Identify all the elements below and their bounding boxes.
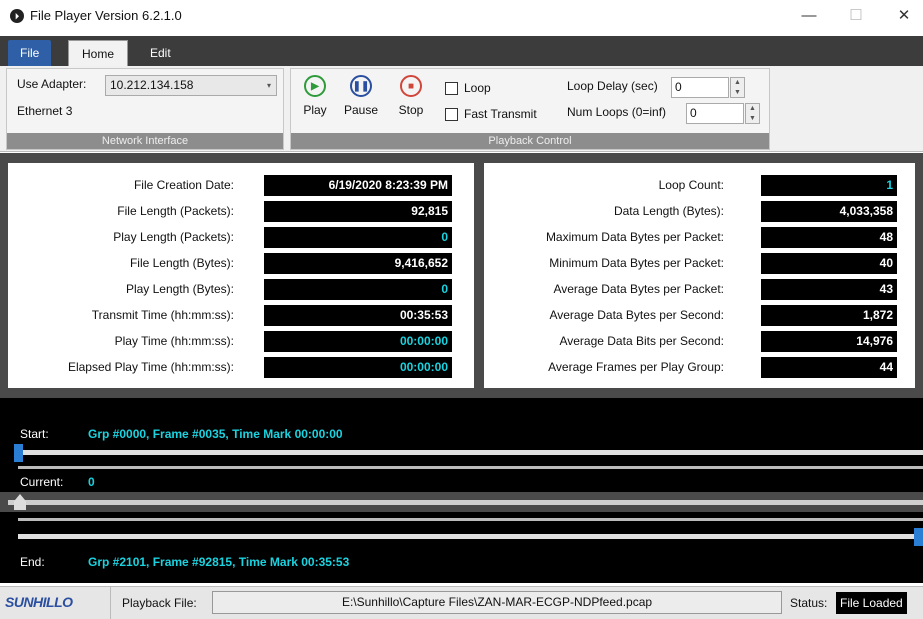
stat-label: Minimum Data Bytes per Packet:: [549, 256, 724, 270]
start-slider-track[interactable]: [18, 450, 923, 455]
stat-label: Average Data Bits per Second:: [559, 334, 724, 348]
end-label: End:: [20, 555, 45, 569]
fast-transmit-label: Fast Transmit: [464, 107, 537, 121]
stat-label: Play Length (Bytes):: [125, 282, 234, 296]
current-slider-track: [8, 500, 923, 505]
adapter-select[interactable]: 10.212.134.158 ▾: [105, 75, 277, 96]
stat-value: 14,976: [761, 331, 897, 352]
num-loops-label: Num Loops (0=inf): [567, 105, 667, 119]
tab-edit[interactable]: Edit: [138, 40, 183, 66]
play-label: Play: [303, 103, 327, 117]
title-bar: ⏵ File Player Version 6.2.1.0 — ☐ ✕: [0, 0, 923, 32]
stat-value: 40: [761, 253, 897, 274]
fast-transmit-checkbox[interactable]: Fast Transmit: [445, 107, 537, 122]
stat-value: 0: [264, 279, 452, 300]
playback-control-group: ▶ Play ❚❚ Pause ■ Stop Loop Fast Transmi…: [290, 68, 770, 150]
num-loops-spinner[interactable]: ▲ ▼: [745, 103, 760, 124]
sunhillo-logo: SUNHILLO: [5, 594, 73, 610]
stat-label: Average Data Bytes per Packet:: [553, 282, 724, 296]
ribbon-tabs: File Home Edit: [0, 36, 923, 66]
stat-value: 0: [264, 227, 452, 248]
loop-delay-label: Loop Delay (sec): [567, 79, 658, 93]
pause-icon: ❚❚: [350, 75, 372, 97]
end-slider-baseline: [18, 518, 923, 521]
chevron-down-icon: ▾: [266, 81, 271, 90]
stat-value: 6/19/2020 8:23:39 PM: [264, 175, 452, 196]
end-slider-track[interactable]: [18, 534, 923, 539]
stat-label: Play Length (Packets):: [113, 230, 234, 244]
stat-label: Loop Count:: [658, 178, 724, 192]
stat-label: File Creation Date:: [133, 178, 234, 192]
adapter-label: Use Adapter:: [17, 77, 87, 91]
playback-file-label: Playback File:: [122, 596, 197, 610]
stat-value: 4,033,358: [761, 201, 897, 222]
start-slider-baseline: [18, 466, 923, 469]
start-slider-handle[interactable]: [14, 444, 23, 462]
adapter-name: Ethernet 3: [17, 104, 73, 118]
stat-value: 1: [761, 175, 897, 196]
stat-value: 48: [761, 227, 897, 248]
loop-checkbox[interactable]: Loop: [445, 81, 491, 96]
play-icon: ▶: [304, 75, 326, 97]
ribbon: Use Adapter: 10.212.134.158 ▾ Ethernet 3…: [0, 66, 923, 152]
close-button[interactable]: ✕: [891, 4, 917, 28]
pause-button[interactable]: ❚❚ Pause: [341, 75, 381, 117]
group-label: Network Interface: [7, 133, 283, 149]
stat-value: 9,416,652: [264, 253, 452, 274]
app-icon: ⏵: [10, 9, 24, 23]
start-value: Grp #0000, Frame #0035, Time Mark 00:00:…: [88, 427, 343, 441]
stat-value: 00:00:00: [264, 357, 452, 378]
end-slider-handle[interactable]: [914, 528, 923, 546]
end-value: Grp #2101, Frame #92815, Time Mark 00:35…: [88, 555, 350, 569]
network-interface-group: Use Adapter: 10.212.134.158 ▾ Ethernet 3…: [6, 68, 284, 150]
loop-delay-input[interactable]: 0: [671, 77, 729, 98]
pause-label: Pause: [343, 103, 379, 117]
status-value: File Loaded: [836, 592, 907, 614]
data-stats-panel: Loop Count: 1 Data Length (Bytes): 4,033,35…: [484, 163, 915, 388]
stat-value: 00:00:00: [264, 331, 452, 352]
current-value: 0: [88, 475, 95, 489]
stop-icon: ■: [400, 75, 422, 97]
current-label: Current:: [20, 475, 64, 489]
file-stats-panel: File Creation Date: 6/19/2020 8:23:39 PM F…: [8, 163, 474, 388]
adapter-value: 10.212.134.158: [110, 78, 194, 92]
info-area: File Creation Date: 6/19/2020 8:23:39 PM F…: [0, 153, 923, 398]
stop-button[interactable]: ■ Stop: [391, 75, 431, 117]
stat-value: 43: [761, 279, 897, 300]
status-label: Status:: [790, 596, 828, 610]
stat-value: 44: [761, 357, 897, 378]
stat-label: File Length (Packets):: [117, 204, 234, 218]
stat-label: Data Length (Bytes):: [613, 204, 724, 218]
loop-label: Loop: [464, 81, 491, 95]
playback-file-path: E:\Sunhillo\Capture Files\ZAN-MAR-ECGP-N…: [212, 591, 782, 614]
minimize-button[interactable]: —: [796, 4, 822, 28]
start-label: Start:: [20, 427, 49, 441]
num-loops-input[interactable]: 0: [686, 103, 744, 124]
window-title: File Player Version 6.2.1.0: [30, 8, 182, 23]
stat-value: 1,872: [761, 305, 897, 326]
group-label: Playback Control: [291, 133, 769, 149]
checkbox-icon: [445, 82, 458, 96]
stat-label: Maximum Data Bytes per Packet:: [545, 230, 724, 244]
stop-label: Stop: [398, 103, 424, 117]
stat-label: Play Time (hh:mm:ss):: [114, 334, 234, 348]
tab-home[interactable]: Home: [68, 40, 128, 66]
tab-file[interactable]: File: [8, 40, 52, 66]
loop-delay-spinner[interactable]: ▲ ▼: [730, 77, 745, 98]
stat-value: 00:35:53: [264, 305, 452, 326]
stat-label: Average Data Bytes per Second:: [549, 308, 724, 322]
current-slider[interactable]: [0, 492, 923, 512]
maximize-button[interactable]: ☐: [843, 4, 869, 28]
current-slider-handle[interactable]: [14, 494, 26, 510]
play-button[interactable]: ▶ Play: [295, 75, 335, 117]
checkbox-icon: [445, 108, 458, 122]
stat-label: Transmit Time (hh:mm:ss):: [91, 308, 234, 322]
stat-label: Average Frames per Play Group:: [548, 360, 724, 374]
stat-value: 92,815: [264, 201, 452, 222]
stat-label: File Length (Bytes):: [129, 256, 234, 270]
divider: [110, 587, 111, 619]
timeline: Start: Grp #0000, Frame #0035, Time Mark…: [0, 398, 923, 583]
stat-label: Elapsed Play Time (hh:mm:ss):: [67, 360, 234, 374]
status-bar: SUNHILLO Playback File: E:\Sunhillo\Capt…: [0, 586, 923, 619]
